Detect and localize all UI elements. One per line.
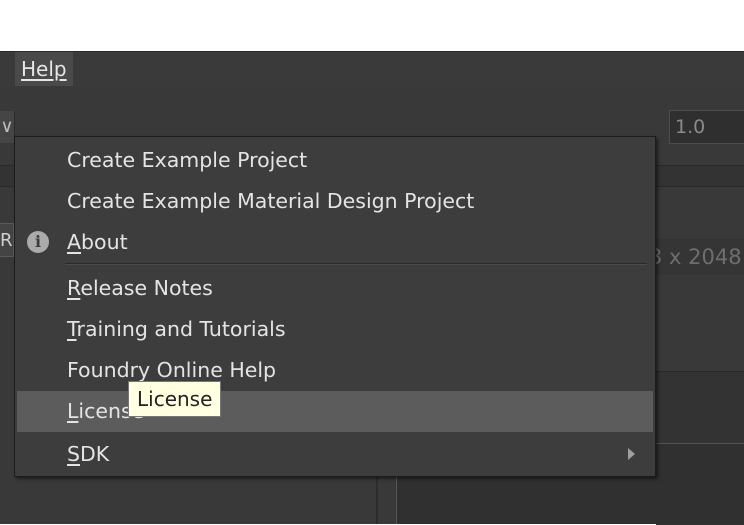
format-field[interactable]: 3 x 2048	[655, 239, 744, 275]
info-icon: i	[27, 231, 49, 253]
menu-item-label: About	[67, 230, 128, 254]
menu-item-release-notes[interactable]: Release Notes	[17, 268, 653, 309]
menu-item-create-example-material-design-project[interactable]: Create Example Material Design Project	[17, 181, 653, 222]
menu-item-label: Create Example Project	[67, 148, 308, 172]
app-window: Help ∨ R 1.0 3 x 2048 Create Example Pro…	[0, 51, 744, 525]
menu-item-about[interactable]: i About	[17, 222, 653, 263]
tooltip: License	[128, 381, 222, 417]
menu-item-training-and-tutorials[interactable]: Training and Tutorials	[17, 309, 653, 350]
collapse-chevron-icon[interactable]: ∨	[0, 111, 15, 143]
help-dropdown-menu: Create Example Project Create Example Ma…	[14, 136, 656, 477]
menu-item-sdk[interactable]: SDK	[17, 434, 653, 475]
menu-item-label: Training and Tutorials	[67, 317, 286, 341]
menu-bar: Help	[0, 51, 744, 87]
chevron-right-icon	[628, 448, 635, 460]
menu-item-create-example-project[interactable]: Create Example Project	[17, 140, 653, 181]
menu-item-label: Release Notes	[67, 276, 213, 300]
menu-help[interactable]: Help	[15, 52, 73, 86]
left-panel-button[interactable]: R	[0, 223, 14, 257]
menu-item-label: Create Example Material Design Project	[67, 189, 475, 213]
menu-item-foundry-online-help[interactable]: Foundry Online Help	[17, 350, 653, 391]
menu-item-license[interactable]: License	[17, 391, 653, 432]
menu-separator	[65, 263, 647, 265]
scale-input[interactable]: 1.0	[669, 110, 744, 144]
menu-item-label: SDK	[67, 442, 110, 466]
